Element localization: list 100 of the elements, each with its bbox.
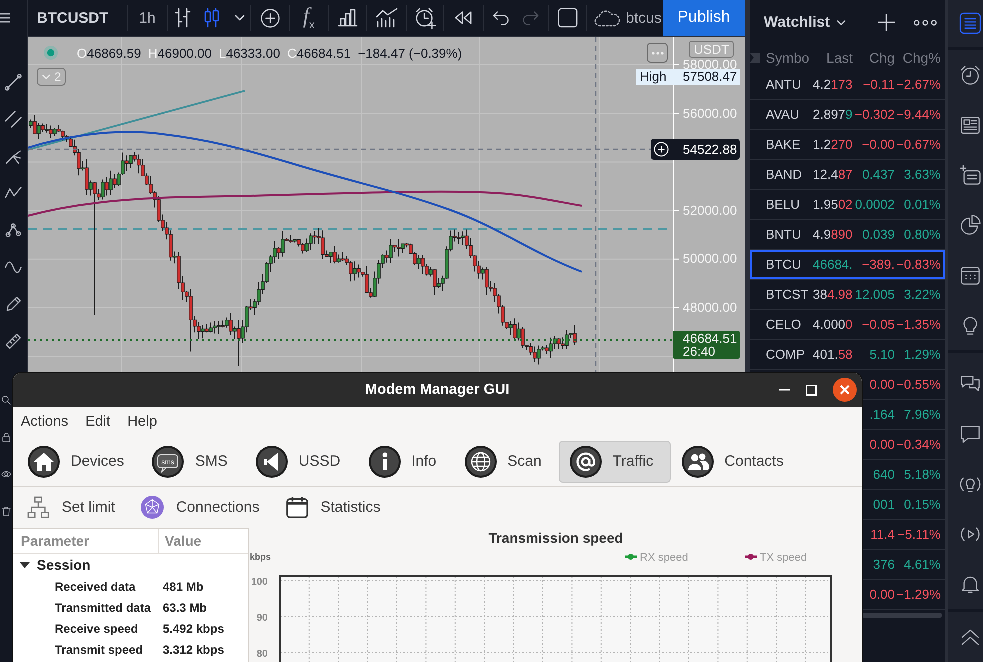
last-price: 46684. (812, 257, 853, 272)
pie-chart-icon[interactable] (959, 214, 982, 236)
trash-icon[interactable] (1, 506, 12, 517)
price-change: 0.0002 (854, 197, 895, 212)
percent-change: 0.01% (903, 197, 941, 212)
menu-item[interactable]: Edit (86, 414, 111, 430)
parallel-lines-icon[interactable] (4, 110, 23, 129)
toolbar-button[interactable]: Set limit (27, 496, 116, 519)
watchlist-row[interactable]: BAND 12.487 0.437 3.63% (750, 160, 945, 190)
price-change: −0.302 (854, 107, 895, 122)
toolbar-tab[interactable]: Scan (454, 440, 559, 482)
window-title: Modem Manager GUI (365, 382, 510, 398)
menu-item[interactable]: Help (128, 414, 158, 430)
close-icon[interactable] (833, 378, 857, 402)
indicators-button[interactable]: f$_{x}$ (303, 4, 315, 32)
symbol-button[interactable]: BTCUSDT (37, 10, 109, 26)
menu-item[interactable]: Actions (21, 414, 69, 430)
plus-icon[interactable] (878, 14, 895, 31)
price-scale-label: 50000.00 (683, 252, 738, 266)
bar-chart-icon[interactable] (338, 9, 358, 27)
toolbar-button[interactable]: Statistics (286, 496, 381, 519)
watchlist-row[interactable]: BELU 1.9502 0.0002 0.01% (750, 190, 945, 220)
toolbar-tab[interactable]: Contacts (670, 440, 801, 482)
last-price: 4.0000 (812, 317, 853, 332)
more-dots-icon[interactable] (914, 20, 937, 26)
cloud-icon (594, 10, 622, 26)
rounded-square-icon[interactable] (558, 8, 578, 28)
price-change: −184.47 (−0.39%) (358, 46, 462, 60)
toolbar-button[interactable]: Connections (141, 496, 260, 519)
ohlc-value: C46684.51 (287, 46, 352, 60)
list-plus-icon[interactable] (959, 164, 982, 186)
ohlc-value: O46869.59 (77, 46, 142, 60)
menu-icon[interactable] (0, 13, 10, 23)
bar-countdown: 26:40 (683, 345, 717, 358)
plus-circle-icon[interactable] (260, 8, 280, 28)
watchlist-row[interactable]: BTCU 46684. −389.−0.83% (750, 250, 945, 280)
watchlist-title[interactable]: Watchlist (764, 14, 830, 31)
undo-icon[interactable] (493, 10, 511, 26)
parameter-name: Transmitted data (54, 600, 152, 614)
maximize-icon[interactable] (806, 384, 817, 396)
column-header[interactable]: Symbo (766, 50, 811, 66)
publish-button[interactable]: Publish (663, 0, 745, 36)
price-change: 376 (872, 557, 895, 572)
axis-tick-label: 80 (256, 649, 268, 660)
price-change: −0.05 (861, 317, 895, 332)
bars-icon[interactable] (174, 8, 192, 28)
magnifier-icon[interactable] (1, 395, 12, 406)
column-header[interactable]: Last (811, 50, 853, 66)
watchlist-row[interactable]: BTCST 384.98 12.005 3.22% (750, 280, 945, 310)
network-globe-icon (141, 496, 164, 519)
more-button[interactable] (647, 43, 668, 63)
symbol-label: AVAU (766, 107, 800, 122)
layout-button[interactable]: btcus (594, 10, 662, 26)
symbol-label: ANTU (766, 77, 802, 92)
alarm-clock-plus-icon[interactable] (414, 6, 436, 30)
bars-and-line-icon[interactable] (376, 8, 398, 28)
percent-change: 5.18% (903, 467, 941, 482)
last-price: 4.9890 (812, 227, 853, 242)
price-change: 5.10 (868, 347, 895, 362)
speaker-icon (256, 446, 288, 478)
toolbar-tab[interactable]: USSD (244, 440, 358, 482)
percent-change: 0.15% (903, 497, 941, 512)
watchlist-row[interactable]: BNTU 4.9890 0.039 0.80% (750, 220, 945, 250)
percent-change: 4.61% (903, 557, 941, 572)
node-path-icon[interactable] (4, 221, 23, 240)
list-icon[interactable] (959, 12, 982, 35)
symbol-label: CELO (766, 317, 802, 332)
interval-button[interactable]: 1h (139, 10, 156, 26)
caret-icon[interactable] (235, 15, 245, 21)
caret-icon[interactable] (837, 20, 846, 26)
column-header[interactable]: Chg (853, 50, 895, 66)
ruler-icon[interactable] (4, 332, 23, 351)
candlestick-icon[interactable] (203, 8, 221, 28)
price-change: 12.005 (854, 287, 895, 302)
watchlist-row[interactable]: COMP 401.58 5.10 1.29% (750, 340, 945, 370)
trend-line-icon[interactable] (4, 73, 23, 92)
parameter-value: 63.3 Mb (162, 600, 208, 614)
watchlist-row[interactable]: CELO 4.0000 −0.05−1.35% (750, 310, 945, 340)
pencil-icon[interactable] (4, 295, 23, 314)
lock-icon[interactable] (1, 432, 12, 443)
calendar-icon (286, 496, 309, 519)
eye-icon[interactable] (1, 469, 12, 480)
watchlist-row[interactable]: AVAU 2.8979 −0.302−9.44% (750, 100, 945, 130)
rewind-icon[interactable] (454, 11, 473, 25)
symbol-label: COMP (766, 347, 806, 362)
alarm-clock-icon[interactable] (959, 64, 982, 86)
toolbar-tab[interactable]: Traffic (558, 440, 671, 482)
status-dot-icon (44, 46, 58, 60)
parameter-name: Receive speed (54, 622, 140, 636)
expander-icon[interactable] (20, 560, 30, 570)
axis-tick-label: 100 (251, 577, 268, 588)
watchlist-row[interactable]: ANTU 4.2173 −0.11−2.67% (750, 70, 945, 100)
column-header[interactable]: Chg% (895, 50, 941, 66)
toolbar-tab[interactable]: Devices (17, 440, 142, 482)
toolbar-tab[interactable]: Info (358, 440, 454, 482)
price-scale-label: 48000.00 (683, 301, 738, 315)
last-price: 12.487 (812, 167, 853, 182)
last-price: 384.98 (812, 287, 853, 302)
watchlist-row[interactable]: BAKE 1.2270 −0.00−0.67% (750, 130, 945, 160)
minimize-icon[interactable] (779, 389, 790, 391)
